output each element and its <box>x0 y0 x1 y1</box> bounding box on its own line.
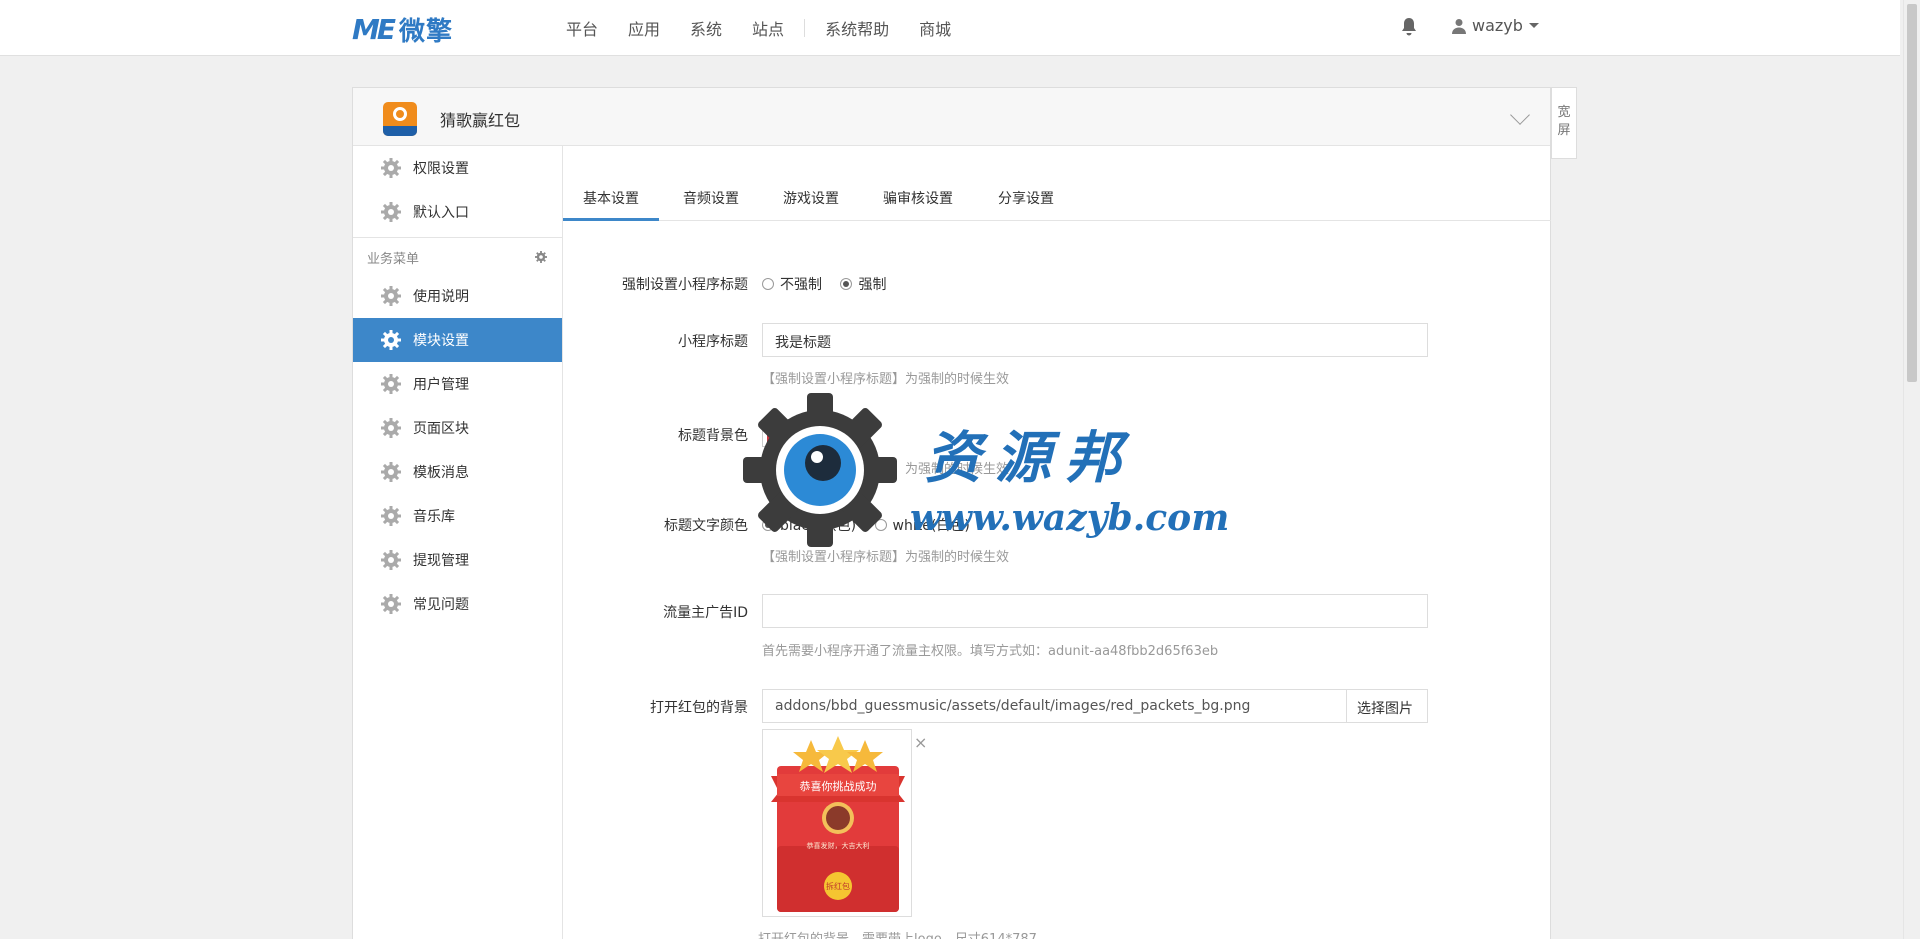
redpack-bg-help: 打开红包的背景，需要带上logo，尺寸614*787 <box>758 928 1037 939</box>
logo-text: 微擎 <box>399 16 454 47</box>
panel-header: 猜歌赢红包 <box>353 88 1550 146</box>
sidebar-item-label: 提现管理 <box>413 553 469 569</box>
gear-icon <box>381 462 401 482</box>
text-color-label: 标题文字颜色 <box>664 518 748 534</box>
top-navbar: ME 微擎 平台 应用 系统 站点 系统帮助 商城 wazyb <box>0 0 1900 56</box>
sidebar-divider <box>353 237 562 238</box>
ad-id-label: 流量主广告ID <box>663 605 748 621</box>
gear-icon <box>381 550 401 570</box>
title-label: 小程序标题 <box>678 334 748 350</box>
sidebar-item-music-library[interactable]: 音乐库 <box>353 494 562 538</box>
red-packet-image: 恭喜你挑战成功 恭喜发财，大吉大利 拆红包 <box>771 736 905 912</box>
text-color-help: 【强制设置小程序标题】为强制的时候生效 <box>762 550 1010 565</box>
sidebar-item-label: 常见问题 <box>413 597 469 613</box>
force-title-label: 强制设置小程序标题 <box>622 277 748 293</box>
nav-item-platform[interactable]: 平台 <box>566 16 598 40</box>
caret-down-icon <box>1528 23 1539 28</box>
nav-item-site[interactable]: 站点 <box>752 16 784 40</box>
nav-divider <box>804 19 806 37</box>
select-image-button[interactable]: 选择图片 <box>1346 689 1428 723</box>
settings-tabs: 基本设置 音频设置 游戏设置 骗审核设置 分享设置 <box>563 146 1551 221</box>
scrollbar-thumb[interactable] <box>1907 4 1917 382</box>
main-nav: 平台 应用 系统 站点 系统帮助 商城 <box>566 0 981 56</box>
sidebar-item-template-messages[interactable]: 模板消息 <box>353 450 562 494</box>
bg-color-help: 【强制设置小程序标题】为强制的时候生效 <box>762 462 1010 477</box>
title-help: 【强制设置小程序标题】为强制的时候生效 <box>762 372 1010 387</box>
gear-icon <box>381 286 401 306</box>
gear-icon <box>381 374 401 394</box>
sidebar-item-label: 模块设置 <box>413 333 469 349</box>
sidebar-item-withdrawals[interactable]: 提现管理 <box>353 538 562 582</box>
gear-icon <box>381 202 401 222</box>
text-color-option-black[interactable]: black(黑色) <box>762 518 856 534</box>
sidebar-item-instructions[interactable]: 使用说明 <box>353 274 562 318</box>
radio-button[interactable] <box>762 519 774 531</box>
module-panel: 猜歌赢红包 权限设置 默认入口 业务菜单 使用说明 模块设置 用户管理 页面区块… <box>352 87 1551 939</box>
caret-down-icon <box>799 431 807 436</box>
logo-mark: ME <box>352 12 396 46</box>
redpack-bg-input[interactable]: addons/bbd_guessmusic/assets/default/ima… <box>762 689 1347 723</box>
redpack-open-text: 拆红包 <box>826 881 850 891</box>
sidebar-item-faq[interactable]: 常见问题 <box>353 582 562 626</box>
settings-gear-icon[interactable] <box>535 251 547 263</box>
app-title: 猜歌赢红包 <box>440 111 521 130</box>
redpack-image-preview: 恭喜你挑战成功 恭喜发财，大吉大利 拆红包 <box>762 729 912 917</box>
remove-image-icon[interactable]: × <box>914 733 927 752</box>
chevron-down-icon[interactable] <box>1510 105 1530 125</box>
color-swatch <box>767 426 793 442</box>
tab-game-settings[interactable]: 游戏设置 <box>763 175 859 221</box>
sidebar-item-default-entry[interactable]: 默认入口 <box>353 190 562 234</box>
sidebar-item-page-blocks[interactable]: 页面区块 <box>353 406 562 450</box>
user-menu[interactable]: wazyb <box>1452 16 1539 35</box>
sidebar-item-label: 页面区块 <box>413 421 469 437</box>
sidebar-item-label: 默认入口 <box>413 205 469 221</box>
sidebar-item-label: 音乐库 <box>413 509 455 525</box>
sidebar-item-user-management[interactable]: 用户管理 <box>353 362 562 406</box>
text-color-radio-group: black(黑色) white(白色) <box>762 515 984 535</box>
sidebar: 权限设置 默认入口 业务菜单 使用说明 模块设置 用户管理 页面区块 模板消息 <box>353 146 563 939</box>
sidebar-item-label: 使用说明 <box>413 289 469 305</box>
gear-icon <box>381 418 401 438</box>
nav-item-help[interactable]: 系统帮助 <box>825 16 889 40</box>
force-title-option-yes[interactable]: 强制 <box>840 277 886 293</box>
widescreen-toggle-button[interactable]: 宽屏 <box>1551 87 1577 159</box>
sidebar-item-label: 模板消息 <box>413 465 469 481</box>
nav-item-apps[interactable]: 应用 <box>628 16 660 40</box>
gear-icon <box>381 330 401 350</box>
username: wazyb <box>1472 16 1523 35</box>
tab-share-settings[interactable]: 分享设置 <box>978 175 1074 221</box>
tab-basic-settings[interactable]: 基本设置 <box>563 175 659 221</box>
gear-icon <box>381 594 401 614</box>
app-icon <box>383 102 417 136</box>
bg-color-label: 标题背景色 <box>678 428 748 444</box>
tab-review-settings[interactable]: 骗审核设置 <box>863 175 973 221</box>
redpack-preview-text: 恭喜你挑战成功 <box>800 779 877 793</box>
bell-icon[interactable] <box>1400 17 1418 37</box>
redpack-bg-label: 打开红包的背景 <box>650 700 748 716</box>
text-color-option-white[interactable]: white(白色) <box>874 518 970 534</box>
ad-id-input[interactable] <box>762 594 1428 628</box>
page-scrollbar[interactable] <box>1903 0 1920 939</box>
nav-item-store[interactable]: 商城 <box>919 16 951 40</box>
ad-id-help: 首先需要小程序开通了流量主权限。填写方式如：adunit-aa48fbb2d65… <box>762 644 1219 659</box>
sidebar-item-label: 权限设置 <box>413 161 469 177</box>
force-title-option-no[interactable]: 不强制 <box>762 277 822 293</box>
redpack-preview-sub: 恭喜发财，大吉大利 <box>807 841 870 850</box>
sidebar-item-label: 用户管理 <box>413 377 469 393</box>
radio-button[interactable] <box>874 519 887 531</box>
sidebar-item-permissions[interactable]: 权限设置 <box>353 146 562 190</box>
gear-icon <box>381 506 401 526</box>
bg-color-picker[interactable] <box>762 419 816 447</box>
radio-button[interactable] <box>840 278 853 290</box>
gear-icon <box>381 158 401 178</box>
radio-button[interactable] <box>762 278 774 290</box>
tab-audio-settings[interactable]: 音频设置 <box>663 175 759 221</box>
force-title-radio-group: 不强制 强制 <box>762 274 900 294</box>
nav-item-system[interactable]: 系统 <box>690 16 722 40</box>
site-logo[interactable]: ME 微擎 <box>352 12 453 47</box>
title-input[interactable]: 我是标题 <box>762 323 1428 357</box>
user-icon <box>1452 18 1466 34</box>
sidebar-section-label: 业务菜单 <box>367 252 420 267</box>
sidebar-item-module-settings[interactable]: 模块设置 <box>353 318 562 362</box>
